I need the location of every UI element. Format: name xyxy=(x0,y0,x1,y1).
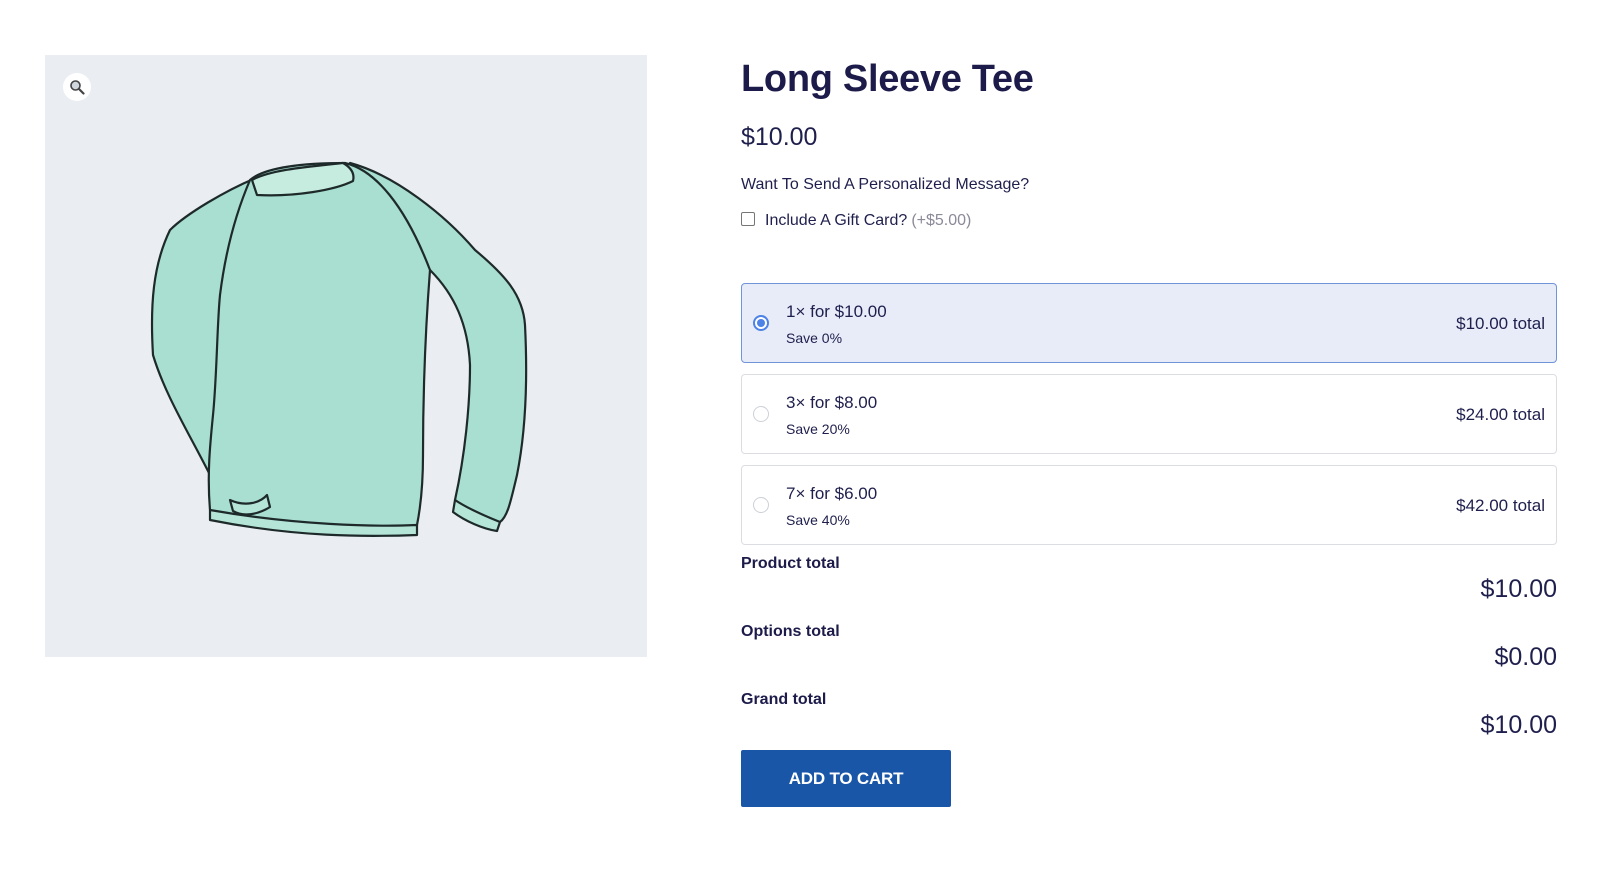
options-total-value: $0.00 xyxy=(1494,643,1557,671)
tier-option-7[interactable]: 7× for $6.00 Save 40% $42.00 total xyxy=(741,465,1557,545)
tier-label: 1× for $10.00 xyxy=(786,302,887,321)
tier-savings: Save 40% xyxy=(786,512,850,528)
gift-card-price: (+$5.00) xyxy=(911,212,972,229)
add-to-cart-button[interactable]: ADD TO CART xyxy=(741,750,951,807)
tier-savings: Save 0% xyxy=(786,330,843,346)
tier-total: $42.00 total xyxy=(1456,496,1545,515)
tier-option-1[interactable]: 1× for $10.00 Save 0% $10.00 total xyxy=(741,283,1557,363)
product-gallery xyxy=(45,55,647,657)
product-summary: Long Sleeve Tee $10.00 Want To Send A Pe… xyxy=(741,55,1559,807)
grand-total-label: Grand total xyxy=(741,691,827,708)
tier-savings: Save 20% xyxy=(786,421,850,437)
product-price: $10.00 xyxy=(741,123,818,151)
tier-label: 3× for $8.00 xyxy=(786,393,878,412)
tier-total: $10.00 total xyxy=(1456,314,1545,333)
gift-card-option[interactable]: Include A Gift Card? (+$5.00) xyxy=(741,212,971,230)
tier-label: 7× for $6.00 xyxy=(786,484,878,503)
tier-option-3[interactable]: 3× for $8.00 Save 20% $24.00 total xyxy=(741,374,1557,454)
addon-heading: Want To Send A Personalized Message? xyxy=(741,176,1030,193)
gift-card-checkbox[interactable] xyxy=(741,212,755,226)
tier-radio[interactable] xyxy=(753,315,769,331)
tier-radio[interactable] xyxy=(753,497,769,513)
tier-radio[interactable] xyxy=(753,406,769,422)
product-total-value: $10.00 xyxy=(1480,575,1557,603)
product-total-label: Product total xyxy=(741,555,840,572)
zoom-button[interactable] xyxy=(63,73,91,101)
quantity-tiers: 1× for $10.00 Save 0% $10.00 total 3× fo… xyxy=(741,283,1557,556)
tier-total: $24.00 total xyxy=(1456,405,1545,424)
gift-card-label: Include A Gift Card? xyxy=(765,212,908,229)
grand-total-value: $10.00 xyxy=(1480,711,1557,739)
magnifier-icon xyxy=(70,80,85,95)
options-total-label: Options total xyxy=(741,623,840,640)
product-image xyxy=(150,161,528,537)
product-title: Long Sleeve Tee xyxy=(741,58,1034,100)
